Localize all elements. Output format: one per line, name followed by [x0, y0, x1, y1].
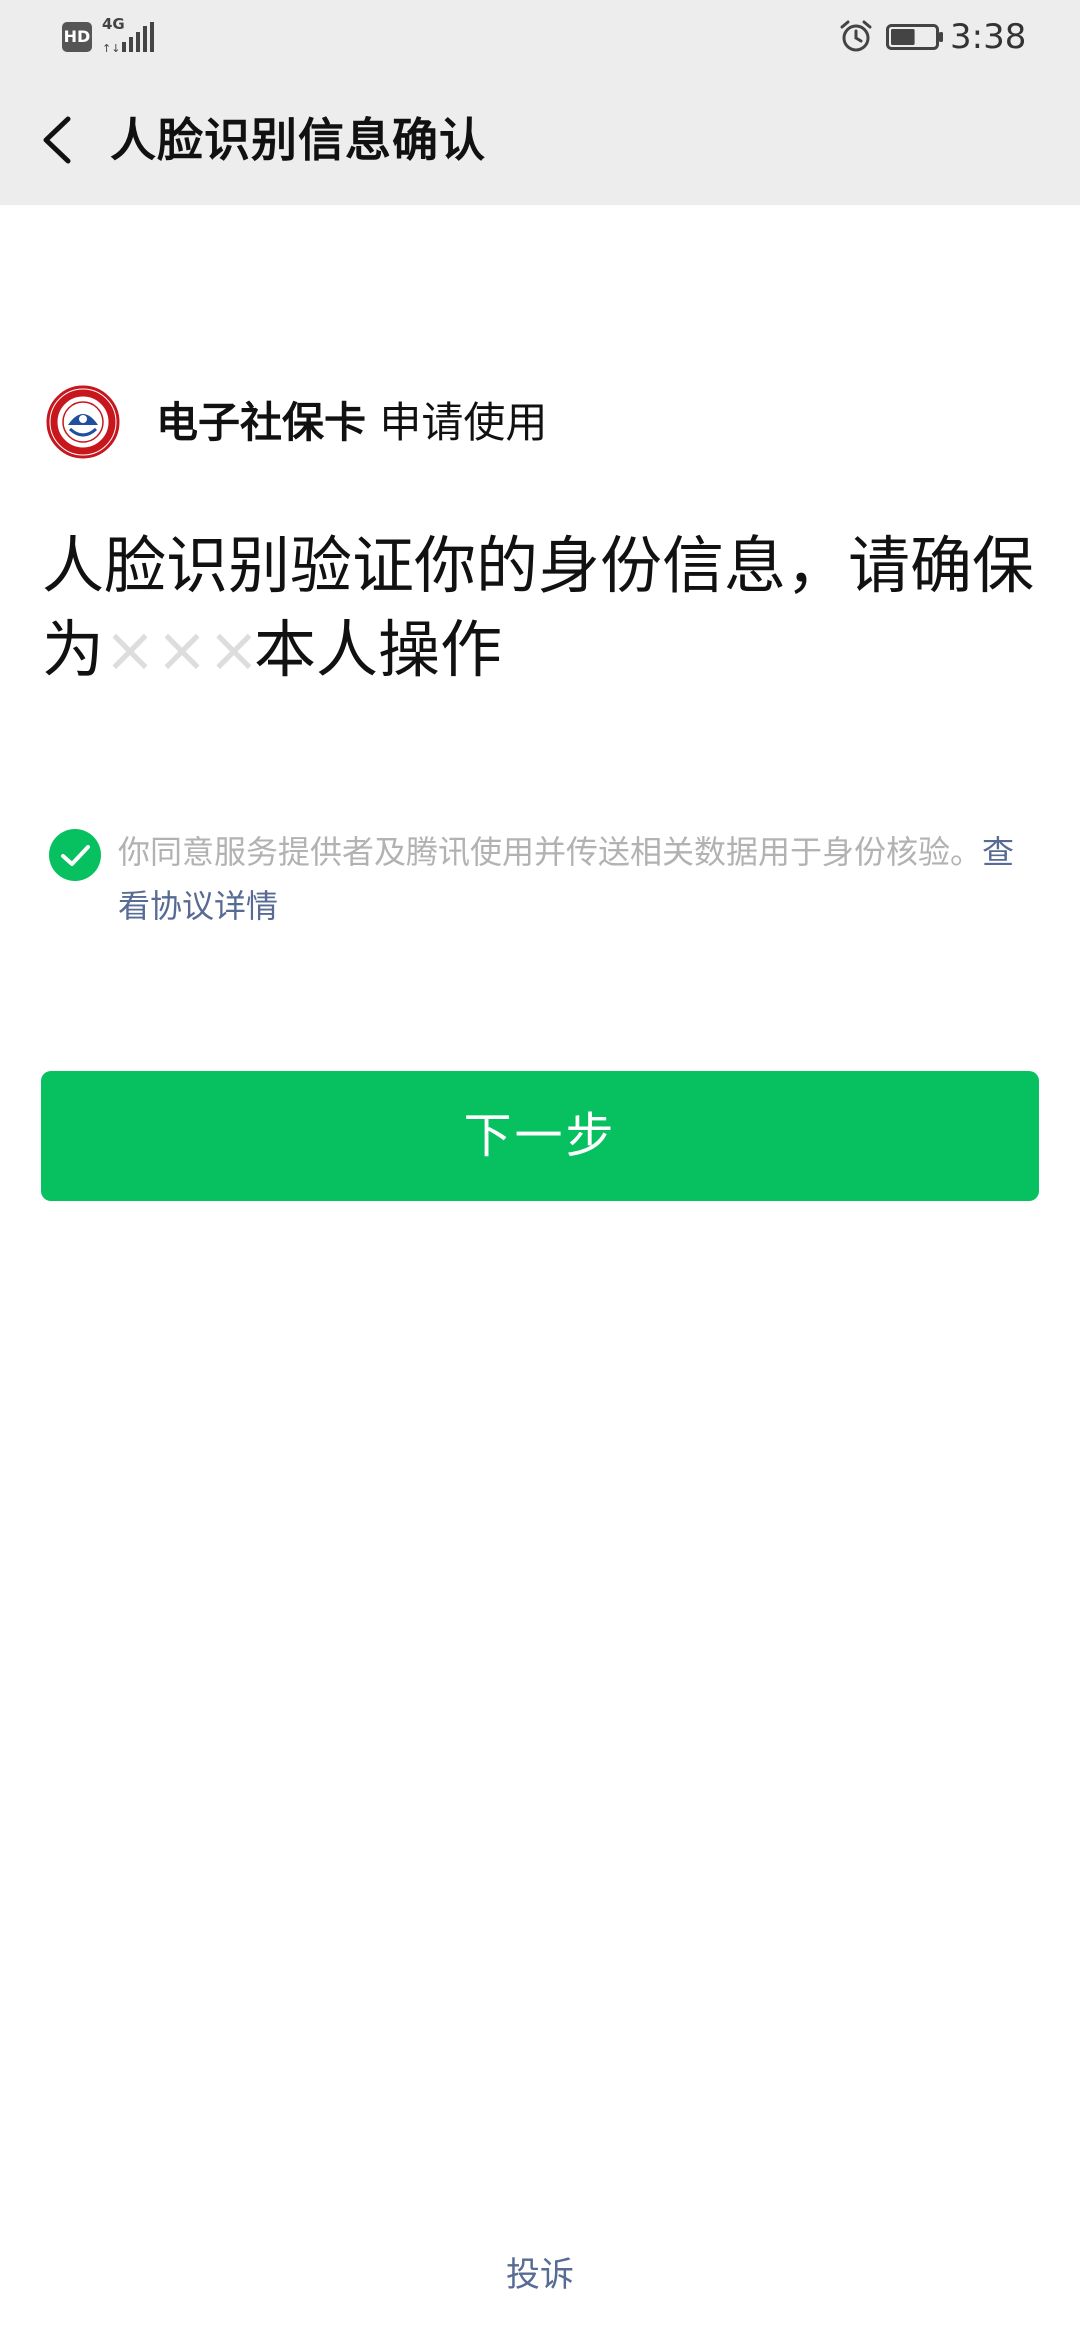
signal-icon: ↑↓: [102, 22, 154, 54]
applicant-action: 申请使用: [366, 398, 548, 447]
masked-name: ×××: [104, 613, 260, 686]
headline-part2: 本人操作: [254, 613, 503, 686]
page-title: 人脸识别信息确认: [110, 113, 486, 167]
chevron-left-icon: [43, 116, 71, 164]
battery-icon: [886, 24, 943, 50]
applicant-row: 电子社保卡 申请使用: [46, 385, 1036, 465]
hd-badge: HD: [62, 22, 92, 52]
consent-statement: 你同意服务提供者及腾讯使用并传送相关数据用于身份核验。: [118, 833, 983, 871]
consent-text: 你同意服务提供者及腾讯使用并传送相关数据用于身份核验。查看协议详情: [118, 825, 1028, 933]
back-button[interactable]: [24, 105, 94, 175]
applicant-text: 电子社保卡 申请使用: [156, 397, 547, 449]
check-circle-icon: [49, 829, 101, 881]
complaint-link[interactable]: 投诉: [0, 2250, 1080, 2300]
status-time: 3:38: [950, 17, 1027, 57]
svg-text:↑↓: ↑↓: [102, 42, 120, 54]
nav-bar: 人脸识别信息确认: [0, 75, 1080, 205]
next-button[interactable]: 下一步: [41, 1071, 1039, 1201]
applicant-name: 电子社保卡: [156, 398, 367, 447]
headline: 人脸识别验证你的身份信息，请确保为×××本人操作: [42, 524, 1042, 692]
consent-checkbox[interactable]: [48, 828, 102, 882]
alarm-icon: [840, 20, 872, 52]
status-bar: HD 4G ↑↓ 3:38: [0, 0, 1080, 75]
social-security-card-logo: [46, 385, 120, 459]
